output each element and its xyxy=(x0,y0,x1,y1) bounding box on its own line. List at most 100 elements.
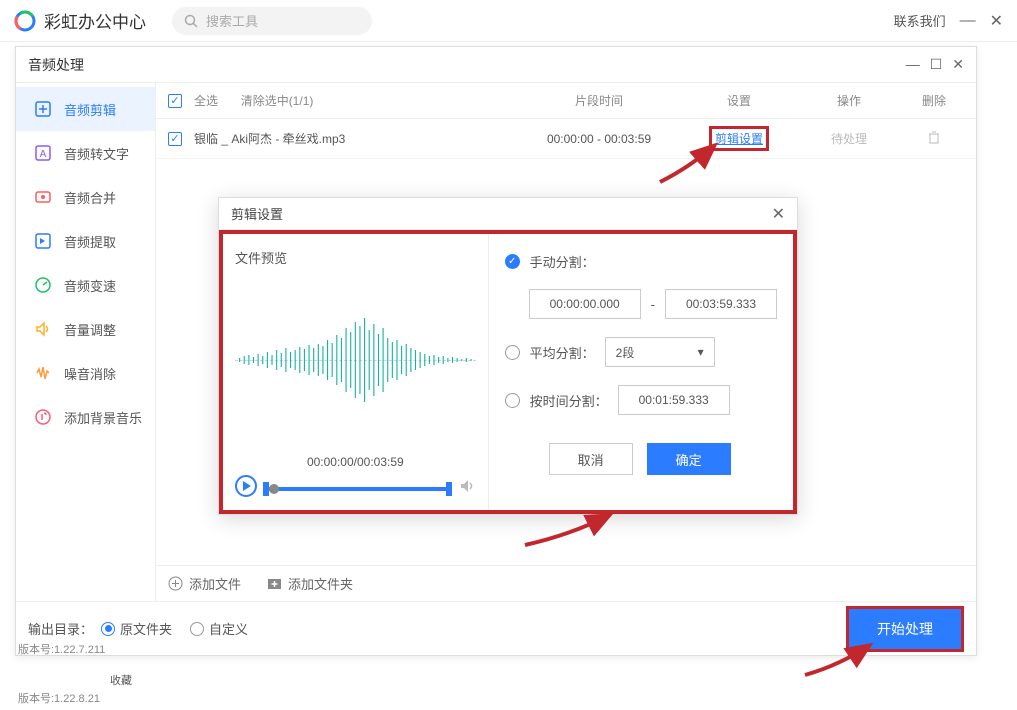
start-button-label: 开始处理 xyxy=(877,621,933,637)
row-settings-cell: 剪辑设置 xyxy=(684,126,794,151)
row-checkbox-col: ✓ xyxy=(168,131,194,146)
win-close-button[interactable]: ✕ xyxy=(952,56,964,73)
sidebar-item-label: 音频变速 xyxy=(64,276,116,295)
slider-playhead[interactable] xyxy=(269,484,279,494)
sidebar-item-label: 音量调整 xyxy=(64,320,116,339)
app-logo-wrap: 彩虹办公中心 xyxy=(14,8,146,33)
header-settings: 设置 xyxy=(684,92,794,109)
custom-folder-radio[interactable] xyxy=(190,622,204,636)
sidebar-item-audio-to-text[interactable]: A 音频转文字 xyxy=(16,131,155,175)
add-file-label: 添加文件 xyxy=(189,574,241,593)
window-footer: 输出目录： 原文件夹 自定义 开始处理 xyxy=(16,601,976,655)
sidebar-item-label: 音频合并 xyxy=(64,188,116,207)
timeline-slider[interactable] xyxy=(263,487,452,491)
dialog-right-panel: 手动分割： - 平均分割： 2段 ▾ 按时间分割： 取消 xyxy=(489,234,793,510)
search-placeholder: 搜索工具 xyxy=(206,11,258,30)
merge-icon xyxy=(34,188,52,206)
svg-text:A: A xyxy=(40,149,47,160)
search-input[interactable]: 搜索工具 xyxy=(172,7,372,35)
row-checkbox[interactable]: ✓ xyxy=(168,132,182,146)
win-maximize-button[interactable]: ☐ xyxy=(930,56,943,73)
search-icon xyxy=(184,14,198,28)
win-minimize-button[interactable]: — xyxy=(906,56,920,73)
chevron-down-icon: ▾ xyxy=(698,345,704,359)
file-preview-label: 文件预览 xyxy=(235,248,476,267)
row-status: 待处理 xyxy=(794,130,904,147)
header-operation: 操作 xyxy=(794,92,904,109)
waveform-midline xyxy=(235,360,476,361)
bottom-actions: 添加文件 添加文件夹 xyxy=(156,565,976,601)
edit-settings-link[interactable]: 剪辑设置 xyxy=(715,132,763,146)
sidebar-item-audio-speed[interactable]: 音频变速 xyxy=(16,263,155,307)
sidebar-item-label: 音频提取 xyxy=(64,232,116,251)
ok-button[interactable]: 确定 xyxy=(647,443,731,475)
play-icon xyxy=(235,475,257,497)
sidebar-item-label: 音频转文字 xyxy=(64,144,129,163)
output-dir-label: 输出目录： xyxy=(28,619,93,638)
select-all-label[interactable]: 全选 xyxy=(194,92,218,109)
app-title: 彩虹办公中心 xyxy=(44,8,146,33)
volume-button[interactable] xyxy=(458,477,476,500)
sidebar-item-noise-remove[interactable]: 噪音消除 xyxy=(16,351,155,395)
dialog-header: 剪辑设置 ✕ xyxy=(219,198,797,230)
waveform-display xyxy=(235,273,476,447)
average-split-radio[interactable] xyxy=(505,345,520,360)
minimize-button[interactable]: — xyxy=(960,12,976,30)
version-label-1: 版本号:1.22.7.211 xyxy=(18,641,105,657)
row-delete[interactable] xyxy=(904,130,964,147)
play-button[interactable] xyxy=(235,475,257,502)
custom-folder-label: 自定义 xyxy=(209,619,248,638)
sidebar-item-audio-merge[interactable]: 音频合并 xyxy=(16,175,155,219)
sidebar-item-label: 音频剪辑 xyxy=(64,100,116,119)
manual-split-row: 手动分割： xyxy=(505,252,777,271)
header-delete: 删除 xyxy=(904,92,964,109)
sidebar-item-audio-extract[interactable]: 音频提取 xyxy=(16,219,155,263)
player-controls xyxy=(235,475,476,502)
sidebar-item-add-bgm[interactable]: 添加背景音乐 xyxy=(16,395,155,439)
output-radio-group: 原文件夹 自定义 xyxy=(101,619,248,638)
original-folder-radio[interactable] xyxy=(101,622,115,636)
by-time-input[interactable] xyxy=(618,385,730,415)
dialog-body: 文件预览 xyxy=(219,230,797,514)
extract-icon xyxy=(34,232,52,250)
clear-selection-link[interactable]: 清除选中(1/1) xyxy=(241,92,314,109)
ok-label: 确定 xyxy=(676,450,702,469)
row-time: 00:00:00 - 00:03:59 xyxy=(514,132,684,146)
dialog-buttons: 取消 确定 xyxy=(549,443,777,475)
time-separator: - xyxy=(651,297,655,312)
edit-settings-highlight: 剪辑设置 xyxy=(709,126,769,151)
dialog-title: 剪辑设置 xyxy=(231,204,283,223)
version-label-2: 版本号:1.22.8.21 xyxy=(18,690,100,706)
cancel-label: 取消 xyxy=(578,450,604,469)
edit-settings-dialog: 剪辑设置 ✕ 文件预览 xyxy=(218,197,798,515)
app-logo-icon xyxy=(14,10,36,32)
manual-split-radio[interactable] xyxy=(505,254,520,269)
original-folder-label: 原文件夹 xyxy=(120,619,172,638)
header-name-col: 全选 清除选中(1/1) xyxy=(194,92,514,109)
manual-split-inputs: - xyxy=(529,289,777,319)
folder-plus-icon xyxy=(267,576,282,591)
add-folder-button[interactable]: 添加文件夹 xyxy=(267,574,353,593)
contact-link[interactable]: 联系我们 xyxy=(894,11,946,30)
by-time-radio[interactable] xyxy=(505,393,520,408)
add-file-button[interactable]: 添加文件 xyxy=(168,574,241,593)
sidebar-item-audio-clip[interactable]: 音频剪辑 xyxy=(16,87,155,131)
time-from-input[interactable] xyxy=(529,289,641,319)
list-header: ✓ 全选 清除选中(1/1) 片段时间 设置 操作 删除 xyxy=(156,83,976,119)
sidebar-item-volume-adjust[interactable]: 音量调整 xyxy=(16,307,155,351)
a-box-icon: A xyxy=(34,144,52,162)
volume-icon xyxy=(34,320,52,338)
time-to-input[interactable] xyxy=(665,289,777,319)
select-all-checkbox[interactable]: ✓ xyxy=(168,94,182,108)
window-header: 音频处理 — ☐ ✕ xyxy=(16,47,976,83)
slider-handle-end[interactable] xyxy=(446,482,452,496)
sidebar-item-label: 噪音消除 xyxy=(64,364,116,383)
start-process-button[interactable]: 开始处理 xyxy=(846,606,964,652)
segments-value: 2段 xyxy=(616,344,635,361)
collect-label: 收藏 xyxy=(110,672,132,688)
segments-select[interactable]: 2段 ▾ xyxy=(605,337,715,367)
playback-time: 00:00:00/00:03:59 xyxy=(235,455,476,469)
close-button[interactable]: ✕ xyxy=(990,11,1003,31)
dialog-close-button[interactable]: ✕ xyxy=(772,204,785,224)
cancel-button[interactable]: 取消 xyxy=(549,443,633,475)
